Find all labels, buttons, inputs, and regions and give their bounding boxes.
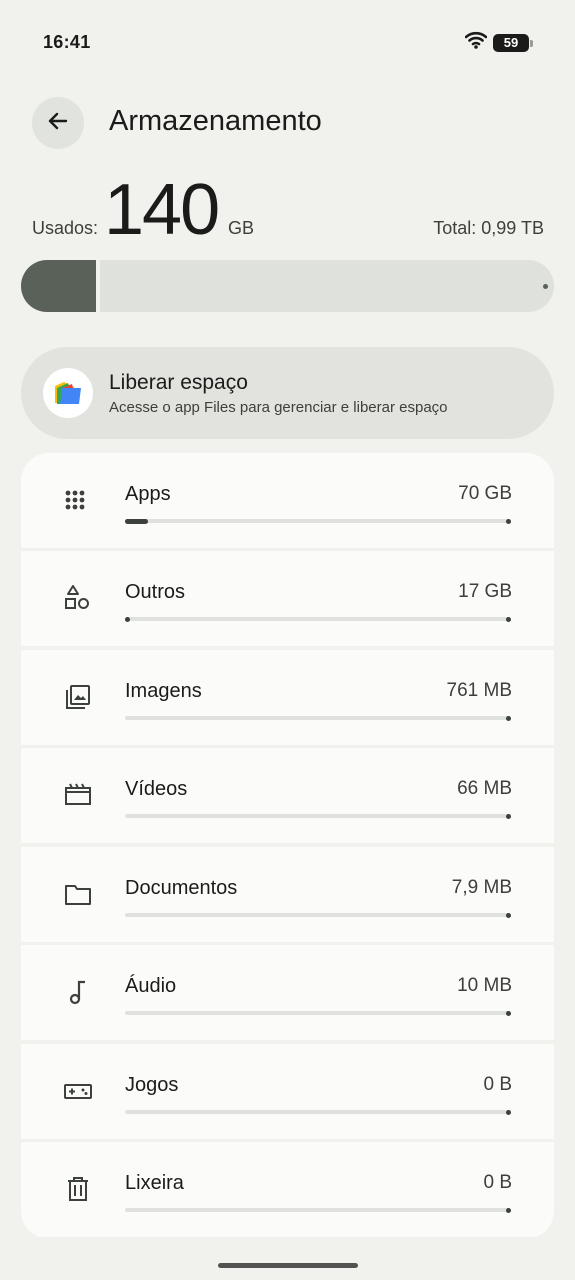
category-label: Lixeira xyxy=(125,1172,184,1194)
category-usage-end-dot xyxy=(506,1109,511,1115)
category-usage-fill xyxy=(125,518,148,524)
arrow-back-icon xyxy=(47,110,69,137)
category-usage-bar xyxy=(125,616,511,622)
category-size: 0 B xyxy=(483,1172,512,1193)
storage-usage-fill xyxy=(21,260,96,312)
home-indicator[interactable] xyxy=(218,1263,358,1268)
used-label: Usados: xyxy=(32,218,99,238)
category-usage-end-dot xyxy=(506,1207,511,1213)
category-row-lixeira[interactable]: Lixeira 0 B xyxy=(21,1142,554,1237)
category-usage-end-dot xyxy=(506,616,511,622)
category-label: Apps xyxy=(125,483,171,505)
free-space-card[interactable]: Liberar espaço Acesse o app Files para g… xyxy=(21,347,554,439)
category-row-apps[interactable]: Apps 70 GB xyxy=(21,453,554,548)
category-usage-bar xyxy=(125,518,511,524)
category-size: 10 MB xyxy=(457,975,512,996)
category-size: 7,9 MB xyxy=(451,877,512,898)
music-note-icon xyxy=(63,977,93,1007)
category-usage-end-dot xyxy=(506,1010,511,1016)
status-icons: 59 xyxy=(464,31,533,54)
storage-usage-gap xyxy=(96,260,100,312)
storage-usage-bar xyxy=(21,260,554,312)
category-label: Vídeos xyxy=(125,778,188,800)
category-usage-bar xyxy=(125,813,511,819)
storage-category-list: Apps 70 GB Outros 17 GB Imagens 761 MB V… xyxy=(21,453,554,1239)
category-row-audio[interactable]: Áudio 10 MB xyxy=(21,945,554,1040)
used-value: 140 xyxy=(104,170,220,250)
category-usage-end-dot xyxy=(506,912,511,918)
category-size: 66 MB xyxy=(457,778,512,799)
category-row-jogos[interactable]: Jogos 0 B xyxy=(21,1044,554,1139)
category-usage-bar xyxy=(125,1010,511,1016)
video-clapper-icon xyxy=(63,780,93,810)
used-unit: GB xyxy=(228,218,255,238)
files-app-icon xyxy=(43,368,93,418)
page-title: Armazenamento xyxy=(109,105,322,137)
shapes-icon xyxy=(63,583,93,613)
battery-icon: 59 xyxy=(493,33,533,52)
status-time: 16:41 xyxy=(43,32,91,52)
category-usage-end-dot xyxy=(506,715,511,721)
category-usage-end-dot xyxy=(506,518,511,524)
free-space-title: Liberar espaço xyxy=(109,371,248,394)
free-space-subtitle: Acesse o app Files para gerenciar e libe… xyxy=(109,399,448,416)
category-size: 70 GB xyxy=(458,483,512,504)
storage-usage-end-dot xyxy=(543,284,548,289)
total-label: Total: 0,99 TB xyxy=(433,218,544,238)
category-usage-fill xyxy=(125,616,130,622)
category-usage-bar xyxy=(125,1109,511,1115)
category-label: Áudio xyxy=(125,975,177,997)
category-usage-bar xyxy=(125,912,511,918)
back-button[interactable] xyxy=(32,97,84,149)
images-icon xyxy=(63,682,93,712)
category-label: Jogos xyxy=(125,1074,179,1096)
category-label: Imagens xyxy=(125,680,202,702)
battery-level: 59 xyxy=(503,35,519,50)
trash-icon xyxy=(63,1174,93,1204)
category-usage-end-dot xyxy=(506,813,511,819)
category-size: 761 MB xyxy=(446,680,512,701)
category-usage-bar xyxy=(125,1207,511,1213)
folder-icon xyxy=(63,879,93,909)
wifi-icon xyxy=(464,31,488,54)
category-label: Documentos xyxy=(125,877,238,899)
apps-grid-icon xyxy=(63,485,93,515)
category-usage-bar xyxy=(125,715,511,721)
gamepad-icon xyxy=(63,1076,93,1106)
category-size: 0 B xyxy=(483,1074,512,1095)
category-row-videos[interactable]: Vídeos 66 MB xyxy=(21,748,554,843)
category-label: Outros xyxy=(125,581,186,603)
category-row-outros[interactable]: Outros 17 GB xyxy=(21,551,554,646)
category-row-imagens[interactable]: Imagens 761 MB xyxy=(21,650,554,745)
category-size: 17 GB xyxy=(458,581,512,602)
status-bar: 16:41 59 xyxy=(0,0,575,86)
category-row-documentos[interactable]: Documentos 7,9 MB xyxy=(21,847,554,942)
